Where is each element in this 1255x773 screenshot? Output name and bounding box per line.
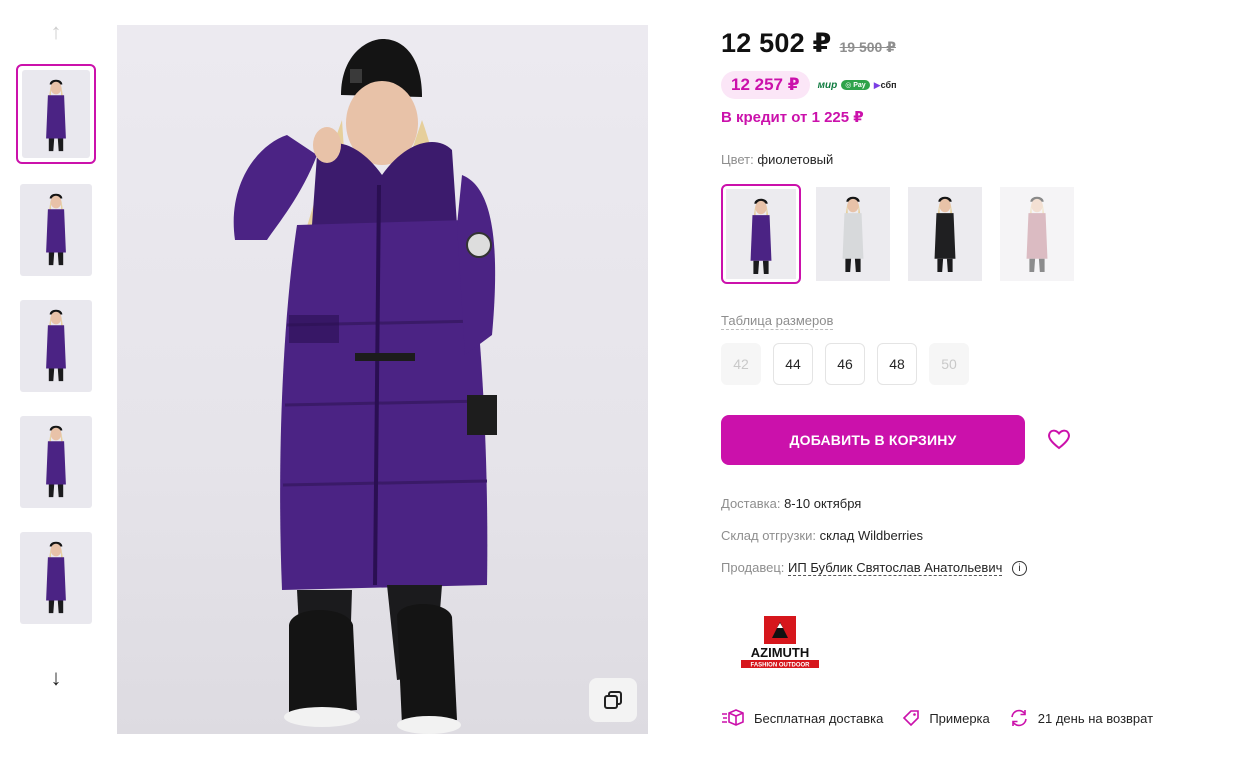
main-product-image[interactable] [117, 25, 648, 734]
box-delivery-icon [722, 709, 744, 726]
heart-icon[interactable] [1046, 426, 1072, 452]
feature-label: Примерка [929, 710, 990, 726]
color-value: фиолетовый [757, 152, 834, 167]
delivery-label: Доставка: [721, 496, 781, 511]
warehouse-value: склад Wildberries [819, 528, 923, 543]
warehouse-line: Склад отгрузки: склад Wildberries [721, 528, 923, 543]
feature-label: 21 день на возврат [1037, 710, 1154, 726]
seller-line: Продавец: ИП Бублик Святослав Анатольеви… [721, 560, 1027, 576]
thumbnail-item[interactable] [16, 528, 96, 628]
color-swatch[interactable] [721, 184, 801, 284]
size-option[interactable]: 44 [773, 343, 813, 385]
seller-link[interactable]: ИП Бублик Святослав Анатольевич [788, 560, 1003, 576]
pay-icon: ◎ Pay [841, 80, 870, 90]
thumbnail-item[interactable] [16, 180, 96, 280]
scroll-down-arrow-icon[interactable]: ↓ [16, 664, 96, 692]
size-selector: 42 44 46 48 50 [721, 343, 969, 385]
color-line: Цвет: фиолетовый [721, 152, 833, 167]
size-table-link[interactable]: Таблица размеров [721, 313, 834, 330]
card-price[interactable]: 12 257 ₽ [721, 71, 810, 99]
old-price: 19 500 ₽ [839, 39, 896, 55]
delivery-line: Доставка: 8-10 октября [721, 496, 861, 511]
features-row: Бесплатная доставка Примерка 21 день на … [721, 709, 1172, 727]
scroll-up-arrow-icon[interactable]: ↑ [16, 18, 96, 46]
model-photo [233, 39, 497, 734]
thumbnail-gallery: ↑ ↓ [16, 18, 96, 690]
return-icon [1010, 709, 1027, 727]
feature-free-delivery: Бесплатная доставка [721, 709, 883, 727]
credit-link[interactable]: В кредит от 1 225 ₽ [721, 108, 864, 126]
feature-label: Бесплатная доставка [754, 710, 884, 726]
payment-icons: мир ◎ Pay ▶сбп [818, 80, 897, 91]
size-option[interactable]: 48 [877, 343, 917, 385]
card-price-row: 12 257 ₽ мир ◎ Pay ▶сбп [721, 71, 897, 99]
tag-icon [903, 710, 920, 727]
color-swatch[interactable] [905, 184, 985, 284]
color-label: Цвет: [721, 152, 754, 167]
color-swatches [721, 184, 1077, 284]
brand-name: AZIMUTH [751, 645, 810, 660]
size-option[interactable]: 42 [721, 343, 761, 385]
brand-tagline: FASHION OUTDOOR [750, 663, 810, 669]
size-option[interactable]: 46 [825, 343, 865, 385]
feature-fitting: Примерка [902, 709, 990, 727]
thumbnail-item[interactable] [16, 296, 96, 396]
warehouse-label: Склад отгрузки: [721, 528, 816, 543]
copy-icon [604, 691, 622, 709]
thumbnail-item[interactable] [16, 412, 96, 512]
color-swatch[interactable] [997, 184, 1077, 284]
price-row: 12 502 ₽ 19 500 ₽ [721, 28, 896, 59]
info-icon[interactable]: i [1011, 561, 1027, 576]
size-option[interactable]: 50 [929, 343, 969, 385]
thumbnail-item[interactable] [16, 64, 96, 164]
color-swatch[interactable] [813, 184, 893, 284]
seller-label: Продавец: [721, 560, 785, 575]
brand-logo[interactable]: AZIMUTH FASHION OUTDOOR [739, 616, 821, 670]
sbp-icon: ▶сбп [873, 79, 897, 90]
current-price: 12 502 ₽ [721, 28, 832, 58]
similar-search-button[interactable] [589, 678, 637, 722]
add-to-cart-button[interactable]: ДОБАВИТЬ В КОРЗИНУ [721, 415, 1025, 465]
mir-icon: мир [817, 79, 838, 91]
delivery-value: 8-10 октября [784, 496, 862, 511]
feature-return: 21 день на возврат [1009, 709, 1153, 727]
